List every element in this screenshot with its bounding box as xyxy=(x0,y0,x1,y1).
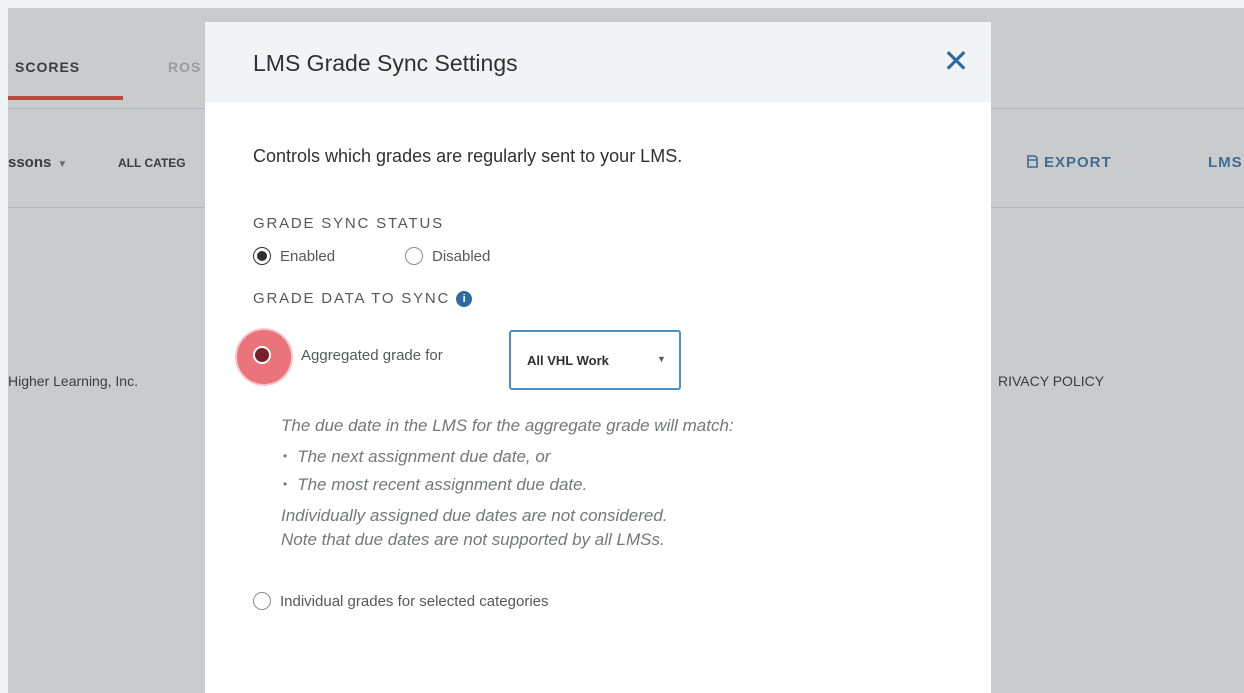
bullet-recent-text: The most recent assignment due date. xyxy=(297,475,588,494)
dialog-title: LMS Grade Sync Settings xyxy=(253,50,518,76)
bullet-icon: • xyxy=(283,477,288,491)
lessons-filter[interactable]: ssons ▼ xyxy=(8,154,67,171)
disabled-radio[interactable] xyxy=(405,247,423,265)
aggregate-scope-value: All VHL Work xyxy=(527,353,609,368)
lms-support-note: Note that due dates are not supported by… xyxy=(281,530,665,549)
close-button[interactable]: ✕ xyxy=(939,44,973,78)
enabled-radio[interactable] xyxy=(253,247,271,265)
lms-button[interactable]: LMS xyxy=(1208,154,1243,171)
individual-grades-radio[interactable] xyxy=(253,592,271,610)
lessons-filter-label: ssons xyxy=(8,154,52,171)
dialog-intro: Controls which grades are regularly sent… xyxy=(253,146,683,166)
aggregate-scope-select[interactable]: All VHL Work ▼ xyxy=(509,330,681,390)
enabled-option[interactable]: Enabled xyxy=(253,247,335,265)
individual-grades-label: Individual grades for selected categorie… xyxy=(280,592,549,610)
disabled-label: Disabled xyxy=(432,247,491,265)
grade-sync-status-label: GRADE SYNC STATUS xyxy=(253,215,444,232)
export-label: EXPORT xyxy=(1044,154,1112,171)
bullet-icon: • xyxy=(283,449,288,463)
aggregated-grade-label: Aggregated grade for xyxy=(301,347,443,364)
tab-roster[interactable]: ROS xyxy=(168,59,201,75)
info-icon[interactable]: i xyxy=(456,291,473,307)
enabled-label: Enabled xyxy=(280,247,336,265)
due-date-bullet-recent: • The most recent assignment due date. xyxy=(283,475,587,495)
individual-dates-note: Individually assigned due dates are not … xyxy=(281,506,668,525)
export-icon xyxy=(1027,155,1038,168)
lms-grade-sync-dialog: LMS Grade Sync Settings ✕ Controls which… xyxy=(205,22,991,693)
due-date-bullet-next: • The next assignment due date, or xyxy=(283,447,550,467)
active-tab-indicator xyxy=(8,96,123,100)
chevron-down-icon: ▼ xyxy=(57,159,68,170)
screen: SCORES ROS ssons ▼ ALL CATEG EXPORT LMS H… xyxy=(0,0,1244,693)
disabled-option[interactable]: Disabled xyxy=(405,247,490,265)
grade-data-label-text: GRADE DATA TO SYNC xyxy=(253,290,451,307)
due-date-note: The due date in the LMS for the aggregat… xyxy=(281,416,734,435)
aggregated-grade-radio[interactable] xyxy=(253,346,271,364)
individual-grades-option[interactable]: Individual grades for selected categorie… xyxy=(253,592,549,610)
grade-data-to-sync-label: GRADE DATA TO SYNC i xyxy=(253,290,473,307)
privacy-policy-link[interactable]: RIVACY POLICY xyxy=(998,373,1104,389)
close-icon: ✕ xyxy=(942,43,970,79)
tab-scores[interactable]: SCORES xyxy=(15,59,80,75)
bullet-next-text: The next assignment due date, or xyxy=(297,447,551,466)
footer-copyright: Higher Learning, Inc. xyxy=(8,373,138,389)
chevron-down-icon: ▼ xyxy=(657,354,666,364)
export-button[interactable]: EXPORT xyxy=(1025,154,1112,171)
categories-filter[interactable]: ALL CATEG xyxy=(118,156,186,170)
dialog-header: LMS Grade Sync Settings ✕ xyxy=(205,22,991,102)
